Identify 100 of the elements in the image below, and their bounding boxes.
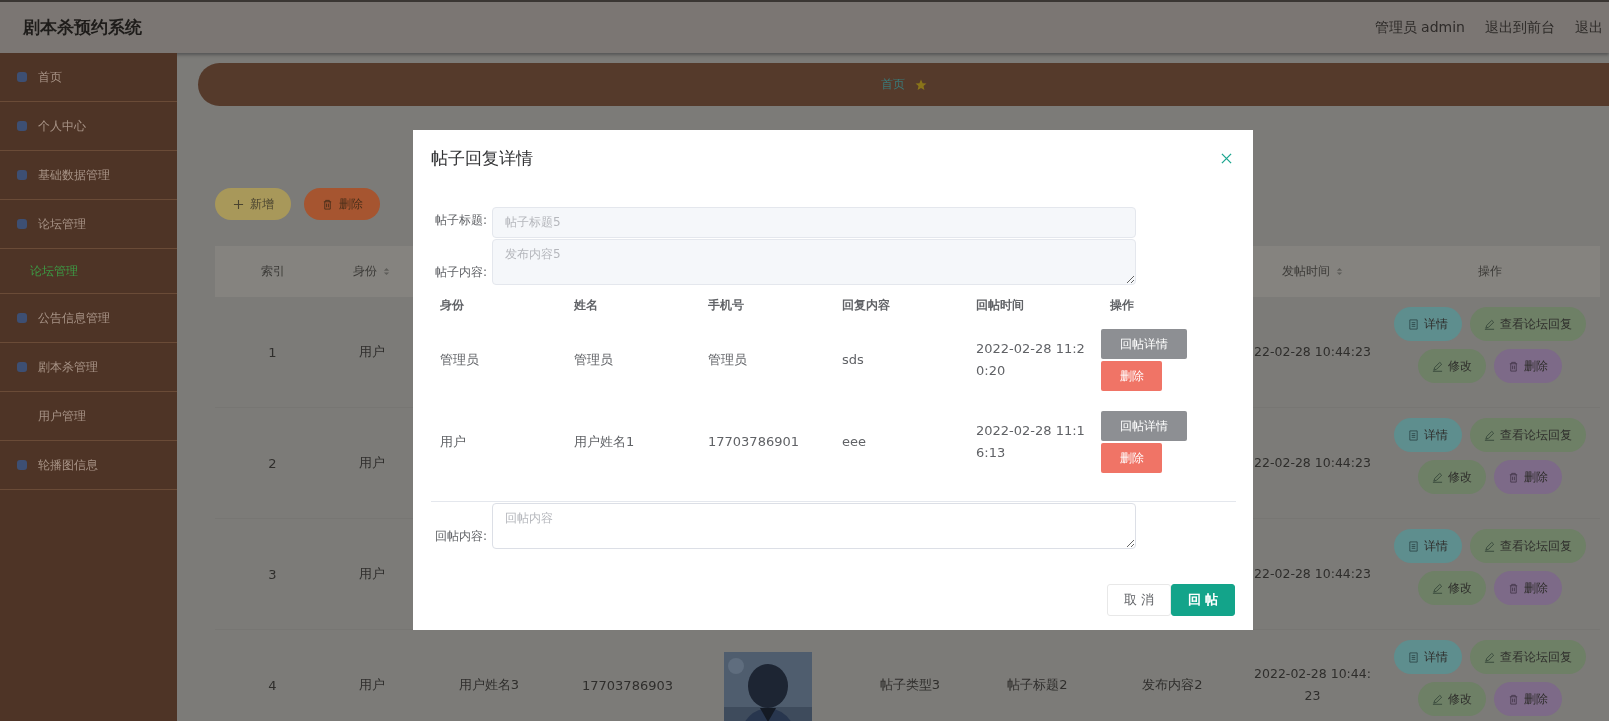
action-button[interactable]: 查看论坛回复 [1470,529,1586,563]
action-button[interactable]: 修改 [1418,460,1486,494]
action-button[interactable]: 查看论坛回复 [1470,418,1586,452]
column-header: 回复内容 [841,296,891,314]
action-button[interactable]: 删除 [1494,460,1562,494]
action-button[interactable]: 查看论坛回复 [1470,640,1586,674]
sort-icon[interactable] [383,266,390,277]
pencil-icon [1432,693,1443,705]
table-cell-text: 2022-02-28 10:44:23 [1253,665,1372,705]
trash-icon [1508,360,1519,372]
column-header: 身份 [330,263,413,280]
field-label: 帖子内容: [433,264,487,281]
table-cell-text: 2022-02-28 11:20:20 [975,340,1086,380]
action-button[interactable]: 修改 [1418,571,1486,605]
pencil-icon [1484,429,1495,441]
column-header: 回帖时间 [975,296,1025,314]
square-icon [16,459,28,471]
table-cell-text: 用户 [357,343,386,361]
table-cell-text: 2 [267,455,278,471]
sidebar-subitem[interactable]: 论坛管理 [0,249,177,294]
dialog-title: 帖子回复详情 [431,146,533,170]
table-cell-text: 发布内容2 [1141,676,1204,694]
close-icon[interactable] [1221,152,1232,164]
column-header: 操作 [1109,296,1135,314]
table-cell-text: 用户姓名3 [457,676,521,694]
action-button[interactable]: 详情 [1394,640,1462,674]
table-cell-text: 17703786903 [581,677,674,693]
document-icon [1408,540,1419,552]
column-header: 姓名 [573,296,599,314]
dialog-button[interactable]: 回 帖 [1171,584,1235,616]
header-link[interactable]: 退出 [1575,18,1603,37]
action-button[interactable]: 删除 [1494,571,1562,605]
table-cell-text: 用户 [357,565,386,583]
table-cell-text: eee [841,433,867,451]
toolbar-button[interactable]: 删除 [304,188,380,220]
breadcrumb-link[interactable]: 首页 [880,76,905,93]
square-icon [16,218,28,230]
sidebar-item[interactable]: 用户管理 [0,392,177,441]
reply-field[interactable]: 回帖内容 [492,503,1136,549]
action-button[interactable]: 回帖详情 [1101,411,1187,441]
trash-icon [321,198,333,210]
action-button[interactable]: 查看论坛回复 [1470,307,1586,341]
pencil-icon [1432,471,1443,483]
pencil-icon [1484,540,1495,552]
pencil-icon [1432,360,1443,372]
action-button[interactable]: 修改 [1418,349,1486,383]
action-button[interactable]: 删除 [1494,682,1562,716]
field-label: 回帖内容: [433,528,487,545]
field-label: 帖子标题: [433,212,487,229]
table-cell-text: 22-02-28 10:44:23 [1253,454,1372,472]
action-button[interactable]: 删除 [1494,349,1562,383]
action-button[interactable]: 详情 [1394,529,1462,563]
square-icon [16,361,28,373]
table-cell-text: 用户 [439,433,467,451]
table-cell-text: 用户 [357,454,386,472]
star-icon [914,78,927,91]
table-cell-text: 用户 [357,676,386,694]
action-button[interactable]: 回帖详情 [1101,329,1187,359]
table-cell-text: 用户姓名1 [573,433,636,451]
action-button[interactable]: 删除 [1101,361,1162,391]
user-label: 管理员 admin [1374,18,1465,37]
trash-icon [1508,471,1519,483]
column-header: 索引 [259,263,286,280]
table-cell-text: 17703786901 [707,433,800,451]
trash-icon [1508,693,1519,705]
app-title: 剧本杀预约系统 [23,16,142,39]
action-button[interactable]: 详情 [1394,307,1462,341]
sidebar-item[interactable]: 公告信息管理 [0,294,177,343]
document-icon [1408,651,1419,663]
column-header: 手机号 [707,296,745,314]
square-icon [16,120,28,132]
square-icon [16,312,28,324]
table-cell-text: sds [841,351,865,369]
sidebar-item[interactable]: 个人中心 [0,102,177,151]
pencil-icon [1484,651,1495,663]
document-icon [1408,318,1419,330]
sort-icon[interactable] [1336,266,1343,277]
sidebar-item[interactable]: 轮播图信息 [0,441,177,490]
toolbar-button[interactable]: 新增 [215,188,291,220]
table-cell-text: 1 [267,344,278,360]
pencil-icon [1432,582,1443,594]
action-button[interactable]: 修改 [1418,682,1486,716]
square-icon [16,71,28,83]
sidebar-item[interactable]: 基础数据管理 [0,151,177,200]
sidebar-item[interactable]: 剧本杀管理 [0,343,177,392]
column-header: 身份 [439,296,465,314]
action-button[interactable]: 删除 [1101,443,1162,473]
table-cell-text: 4 [267,677,278,693]
header-link[interactable]: 退出到前台 [1485,18,1555,37]
pencil-icon [1484,318,1495,330]
dialog-button[interactable]: 取 消 [1107,584,1171,616]
sidebar-item[interactable]: 论坛管理 [0,200,177,249]
sidebar-item[interactable]: 首页 [0,53,177,102]
table-cell-text: 帖子标题2 [1006,676,1069,694]
action-button[interactable]: 详情 [1394,418,1462,452]
trash-icon [1508,582,1519,594]
table-cell-text: 22-02-28 10:44:23 [1253,343,1372,361]
table-cell-text: 3 [267,566,278,582]
table-cell-text: 管理员 [573,351,614,369]
table-cell-text: 2022-02-28 11:16:13 [975,422,1086,462]
